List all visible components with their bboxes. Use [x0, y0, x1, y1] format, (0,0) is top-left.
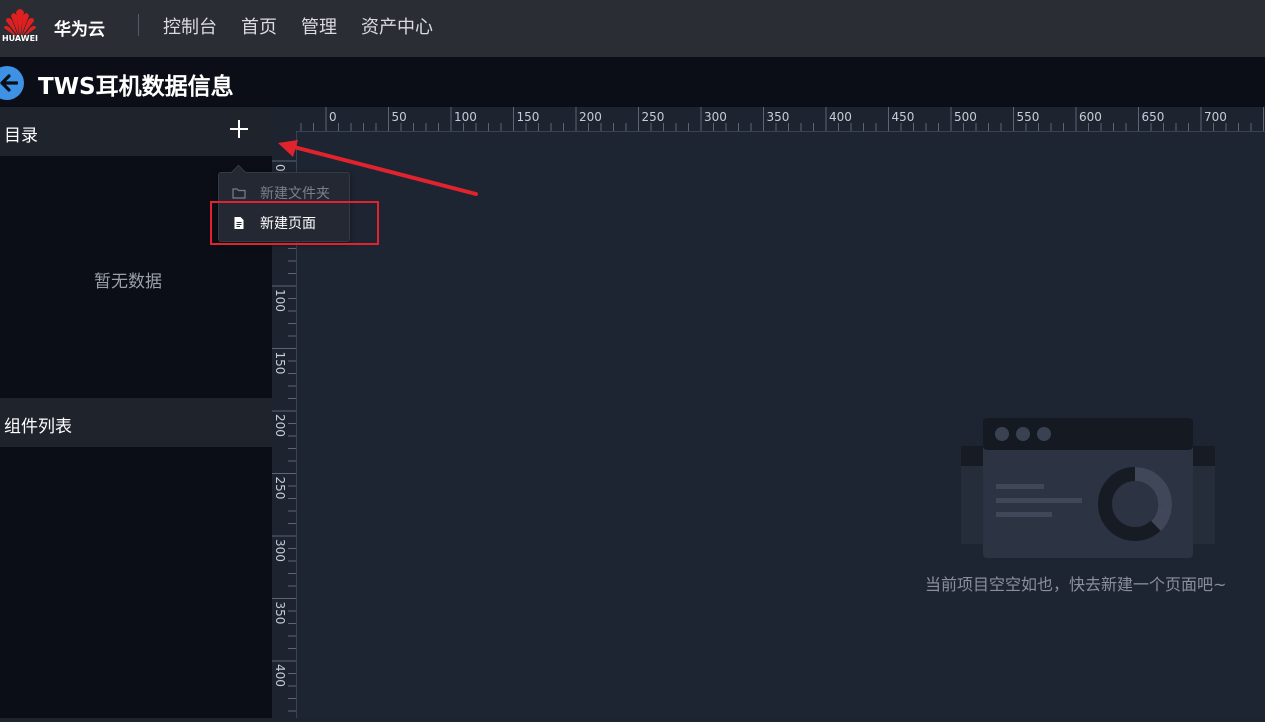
components-header[interactable]: 组件列表	[0, 398, 272, 447]
ruler-top-label: 300	[704, 110, 727, 124]
document-icon	[232, 215, 246, 234]
folder-icon	[232, 185, 246, 204]
ruler-top-label: 500	[954, 110, 977, 124]
ruler-top-label: 0	[329, 110, 337, 124]
ruler-left-label: 300	[273, 539, 287, 562]
empty-page-illustration	[961, 418, 1215, 562]
nav-item-manage[interactable]: 管理	[301, 13, 337, 39]
back-button[interactable]	[0, 66, 24, 100]
ruler-top-label: 600	[1079, 110, 1102, 124]
ruler-top-label: 400	[829, 110, 852, 124]
directory-header: 目录	[0, 107, 272, 156]
logo-text: HUAWEI	[1, 34, 39, 43]
ruler-left-label: 0	[273, 164, 287, 172]
ruler-top-label: 250	[642, 110, 665, 124]
arrow-left-icon	[0, 74, 18, 92]
ruler-top-label: 650	[1142, 110, 1165, 124]
directory-label: 目录	[4, 126, 38, 146]
canvas-empty-text: 当前项目空空如也，快去新建一个页面吧~	[925, 575, 1227, 594]
nav-item-assets[interactable]: 资产中心	[361, 13, 433, 39]
ruler-left-label: 400	[273, 664, 287, 687]
ruler-top-label: 100	[454, 110, 477, 124]
ruler-top-label: 700	[1204, 110, 1227, 124]
ruler-left-label: 200	[273, 414, 287, 437]
menu-item-label: 新建文件夹	[260, 186, 330, 202]
ruler-top: 0 50 100 150 200 250 300 350 400 450 500 550 600 650 7…	[272, 107, 1265, 132]
ruler-top-label: 350	[767, 110, 790, 124]
ruler-top-label: 50	[392, 110, 407, 124]
add-button[interactable]	[228, 118, 250, 140]
ruler-left-label: 250	[273, 477, 287, 500]
ruler-left-label: 100	[273, 289, 287, 312]
ruler-left-label: 350	[273, 602, 287, 625]
nav-item-console[interactable]: 控制台	[163, 13, 217, 39]
page-title: TWS耳机数据信息	[38, 74, 234, 100]
menu-item-new-page[interactable]: 新建页面	[219, 207, 349, 237]
menu-item-label: 新建页面	[260, 216, 316, 232]
top-nav-bar: HUAWEI 华为云 控制台 首页 管理 资产中心	[0, 0, 1265, 57]
ruler-left-label: 150	[273, 352, 287, 375]
brand-name[interactable]: 华为云	[54, 15, 105, 40]
ruler-top-label: 450	[892, 110, 915, 124]
menu-item-new-folder[interactable]: 新建文件夹	[219, 177, 349, 207]
directory-empty-text: 暂无数据	[94, 272, 162, 292]
title-bar: TWS耳机数据信息	[0, 57, 1265, 107]
ruler-top-ticks: 0 50 100 150 200 250 300 350 400 450 500 550 600 650 7…	[300, 107, 1264, 131]
ruler-top-label: 550	[1017, 110, 1040, 124]
add-dropdown-menu: 新建文件夹 新建页面	[218, 172, 350, 242]
design-canvas[interactable]: 当前项目空空如也，快去新建一个页面吧~	[297, 132, 1265, 718]
ruler-top-label: 200	[579, 110, 602, 124]
components-label: 组件列表	[4, 417, 72, 437]
nav-item-home[interactable]: 首页	[241, 13, 277, 39]
ruler-top-label: 150	[517, 110, 540, 124]
main-nav: 控制台 首页 管理 资产中心	[163, 13, 457, 39]
nav-divider	[138, 14, 139, 36]
